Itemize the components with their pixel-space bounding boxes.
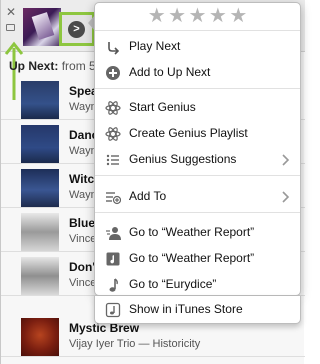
menu-item-label: Start Genius: [129, 100, 196, 114]
menu-item-label: Genius Suggestions: [129, 152, 237, 166]
store-icon: [105, 302, 121, 318]
menu-item-label: Add To: [129, 189, 167, 203]
menu-item-add-to-up-next[interactable]: Add to Up Next: [95, 61, 300, 85]
track-artist: Vijay Iyer Trio — Historicity: [69, 338, 201, 350]
menu-item-label: Create Genius Playlist: [129, 126, 248, 140]
chevron-right-icon: [282, 191, 290, 203]
album-art: [21, 257, 59, 295]
add-to-list-icon: [106, 192, 121, 205]
menu-item-add-to[interactable]: Add To: [95, 185, 300, 209]
track-artist: Wayn: [69, 101, 97, 113]
menu-item-go-to-song[interactable]: Go to “Eurydice”: [95, 273, 300, 297]
star-icon[interactable]: ★: [209, 3, 227, 29]
album-art: [21, 213, 59, 251]
menu-item-label: Show in iTunes Store: [129, 302, 243, 316]
song-note-icon: [109, 278, 118, 292]
album-art: [21, 169, 59, 207]
list-icon: [106, 154, 119, 166]
genius-atom-icon: [105, 101, 121, 115]
minimize-icon[interactable]: [6, 24, 15, 31]
track-artist: Wayn: [69, 189, 97, 201]
star-icon[interactable]: ★: [229, 3, 247, 29]
menu-item-play-next[interactable]: Play Next: [95, 35, 300, 59]
current-album-art: [23, 8, 61, 46]
up-next-heading: Up Next: from 5: [9, 59, 96, 73]
up-next-source: from 5: [61, 59, 96, 73]
menu-item-label: Go to “Weather Report”: [129, 251, 255, 265]
album-art: [21, 318, 59, 356]
play-next-icon: [108, 42, 120, 55]
star-icon[interactable]: ★: [148, 3, 166, 29]
menu-item-create-genius-playlist[interactable]: Create Genius Playlist: [95, 122, 300, 146]
track-artist: Wayn: [69, 145, 97, 157]
track-artist: Vince: [69, 277, 97, 289]
star-rating[interactable]: ★ ★ ★ ★ ★: [95, 3, 300, 31]
menu-divider: [95, 88, 300, 89]
menu-item-label: Play Next: [129, 39, 181, 53]
menu-divider: [95, 175, 300, 176]
track-options-menu: ★ ★ ★ ★ ★ Play Next Add to Up Next Start…: [94, 2, 301, 296]
star-icon[interactable]: ★: [189, 3, 207, 29]
track-title: Don': [69, 260, 96, 274]
track-options-menu-footer: Show in iTunes Store: [94, 296, 301, 324]
close-icon[interactable]: ✕: [5, 6, 17, 18]
track-artist: Vince: [69, 233, 97, 245]
chevron-right-icon: [282, 154, 290, 166]
up-next-label: Up Next:: [9, 59, 59, 73]
artist-icon: [106, 227, 121, 240]
add-circle-icon: [106, 66, 120, 80]
menu-item-start-genius[interactable]: Start Genius: [95, 96, 300, 120]
menu-item-label: Go to “Weather Report”: [129, 225, 255, 239]
menu-divider: [95, 212, 300, 213]
chevron-right-icon: >: [68, 21, 85, 38]
menu-item-label: Add to Up Next: [129, 65, 211, 79]
menu-item-show-in-store[interactable]: Show in iTunes Store: [95, 298, 300, 322]
menu-item-go-to-album[interactable]: Go to “Weather Report”: [95, 247, 300, 271]
album-art: [21, 125, 59, 163]
genius-atom-icon: [105, 127, 121, 141]
album-icon: [106, 252, 120, 266]
menu-item-go-to-artist[interactable]: Go to “Weather Report”: [95, 221, 300, 245]
star-icon[interactable]: ★: [168, 3, 186, 29]
menu-item-label: Go to “Eurydice”: [129, 277, 217, 291]
menu-item-genius-suggestions[interactable]: Genius Suggestions: [95, 148, 300, 172]
album-art: [21, 81, 59, 119]
